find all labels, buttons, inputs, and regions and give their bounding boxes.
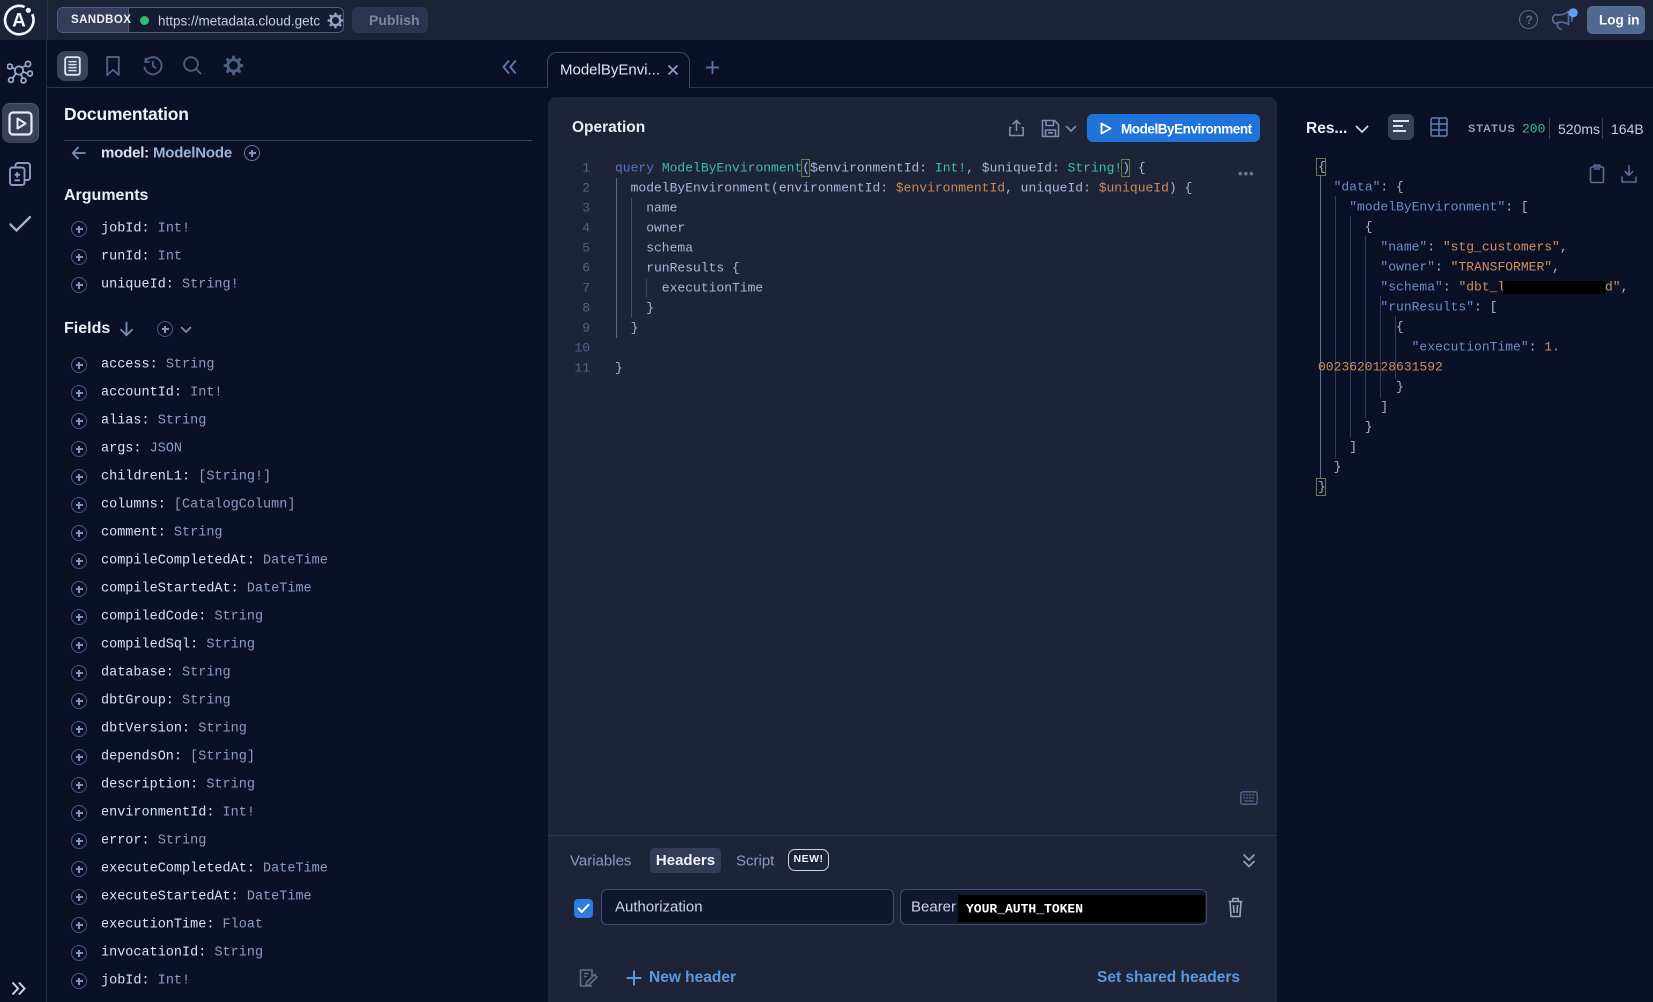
svg-text:A: A [12,11,26,32]
